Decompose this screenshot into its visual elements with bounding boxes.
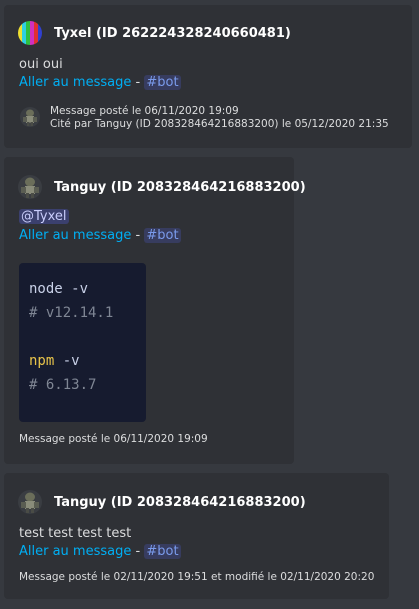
footer-quoted: Cité par Tanguy (ID 208328464216883200) … xyxy=(50,118,389,130)
jump-link[interactable]: Aller au message xyxy=(19,544,131,559)
code-comment: # v12.14.1 xyxy=(29,305,114,321)
separator: - xyxy=(135,228,141,243)
message-text: test test test test xyxy=(19,526,132,541)
message-content: @Tyxel xyxy=(19,209,69,224)
message-footer: Message posté le 06/11/2020 19:09 xyxy=(19,433,208,445)
message-content: oui oui xyxy=(19,57,63,72)
channel-mention[interactable]: #bot xyxy=(144,228,181,243)
footer-posted: Message posté le 06/11/2020 19:09 xyxy=(50,105,239,117)
code-flag: -v xyxy=(62,281,89,297)
separator: - xyxy=(135,544,141,559)
channel-mention[interactable]: #bot xyxy=(144,75,181,90)
code-flag: -v xyxy=(54,353,80,369)
jump-link[interactable]: Aller au message xyxy=(19,75,131,90)
code-comment: # 6.13.7 xyxy=(29,377,97,393)
user-mention[interactable]: @Tyxel xyxy=(19,209,69,224)
message-author: Tanguy (ID 208328464216883200) xyxy=(18,175,306,199)
code-block: node -v # v12.14.1 npm -v # 6.13.7 xyxy=(19,263,146,422)
message-author: Tyxel (ID 262224328240660481) xyxy=(18,21,291,45)
quote-card-tanguy-code: Tanguy (ID 208328464216883200) @Tyxel Al… xyxy=(4,157,306,464)
message-footer: Message posté le 06/11/2020 19:09 Cité p… xyxy=(50,105,389,131)
message-author: Tanguy (ID 208328464216883200) xyxy=(18,490,306,514)
quote-card-tyxel: Tyxel (ID 262224328240660481) oui oui Al… xyxy=(4,5,412,148)
message-links: Aller au message - #bot xyxy=(19,228,181,243)
code-line: npm -v xyxy=(29,349,136,373)
quoter-avatar xyxy=(20,107,40,127)
quote-card-tanguy-test: Tanguy (ID 208328464216883200) test test… xyxy=(4,473,389,599)
message-links: Aller au message - #bot xyxy=(19,75,181,90)
avatar[interactable] xyxy=(18,21,42,45)
message-footer: Message posté le 02/11/2020 19:51 et mod… xyxy=(19,571,375,583)
code-command: npm xyxy=(29,353,55,369)
jump-link[interactable]: Aller au message xyxy=(19,228,131,243)
channel-mention[interactable]: #bot xyxy=(144,544,181,559)
author-name[interactable]: Tyxel (ID 262224328240660481) xyxy=(54,26,291,41)
message-links: Aller au message - #bot xyxy=(19,544,181,559)
avatar[interactable] xyxy=(18,490,42,514)
code-command: node xyxy=(29,281,63,297)
code-line: node -v xyxy=(29,277,136,301)
author-name[interactable]: Tanguy (ID 208328464216883200) xyxy=(54,180,306,195)
avatar[interactable] xyxy=(18,175,42,199)
message-text: oui oui xyxy=(19,57,63,72)
message-content: test test test test xyxy=(19,526,131,541)
author-name[interactable]: Tanguy (ID 208328464216883200) xyxy=(54,495,306,510)
separator: - xyxy=(135,75,141,90)
